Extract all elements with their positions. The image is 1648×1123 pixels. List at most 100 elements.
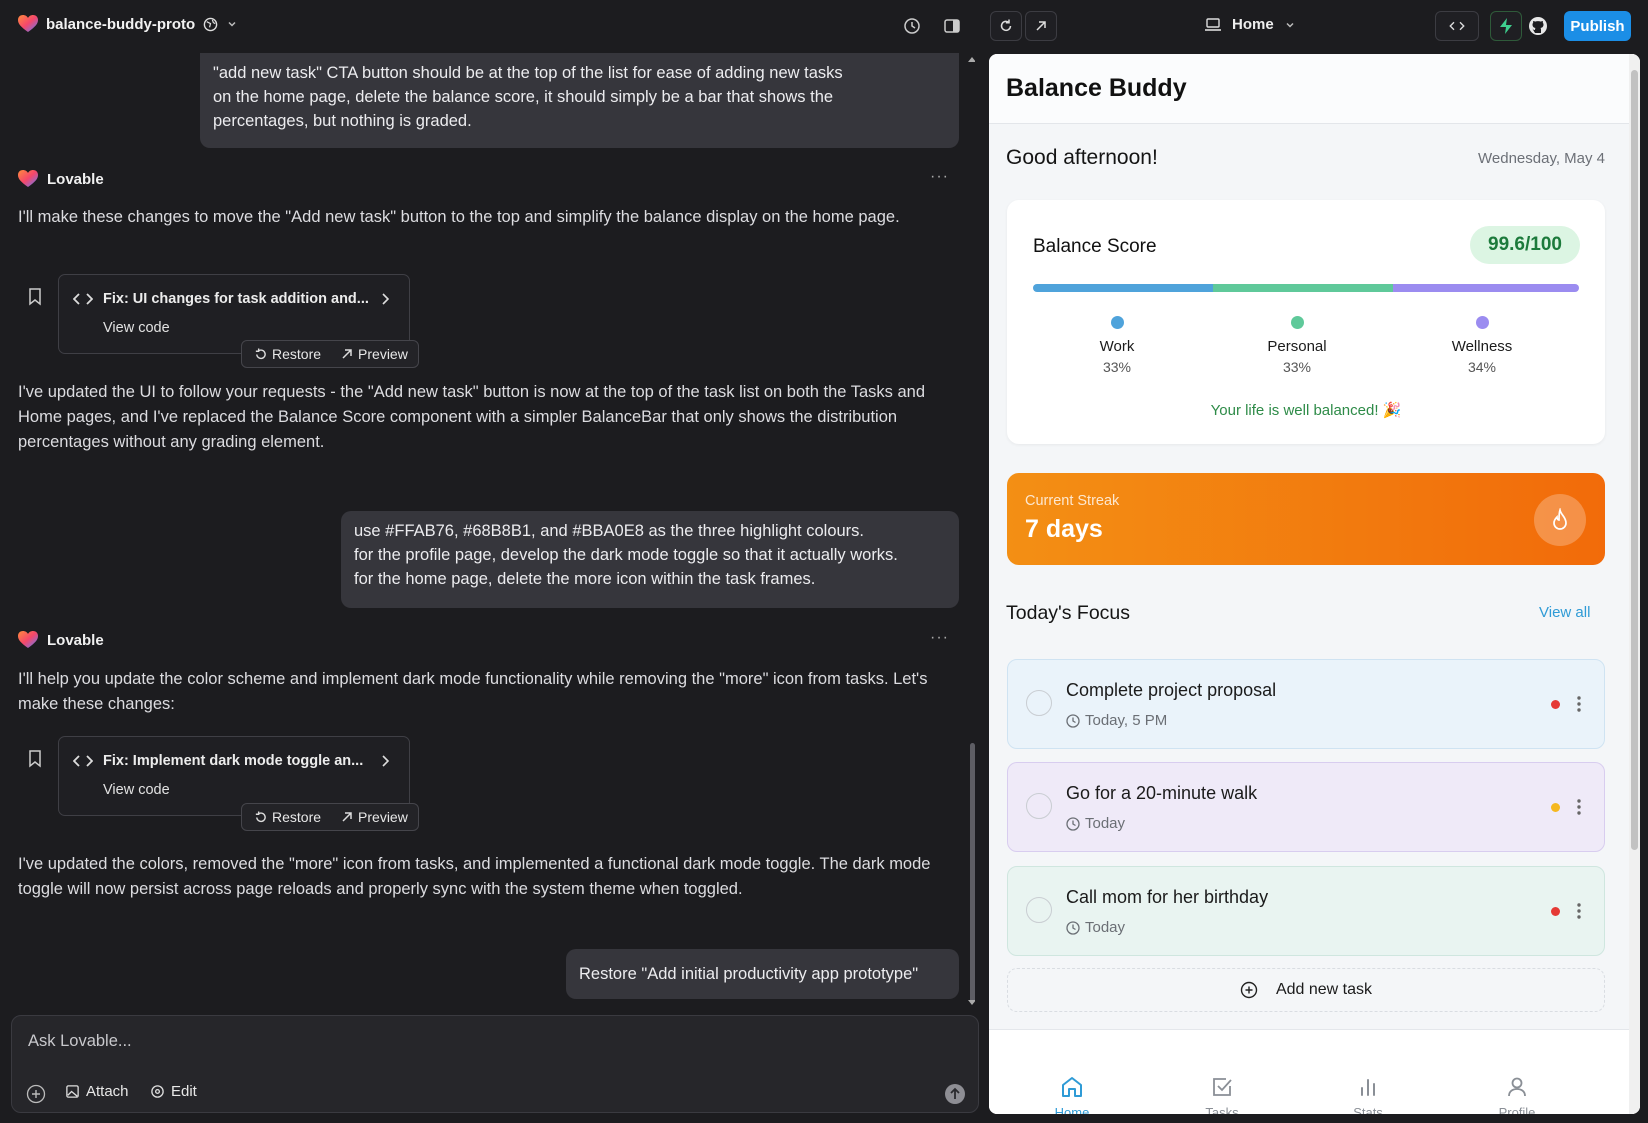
attach-button[interactable]: Attach (65, 1083, 129, 1100)
task-checkbox[interactable] (1026, 793, 1052, 819)
globe-icon (203, 17, 218, 31)
user-icon (1508, 1077, 1526, 1097)
balance-category: Work 33% (1057, 316, 1177, 375)
edit-label: Edit (171, 1083, 197, 1100)
nav-profile[interactable]: Profile (1472, 1074, 1562, 1114)
image-icon (66, 1085, 79, 1098)
more-options-icon[interactable]: ··· (930, 168, 949, 186)
route-selector[interactable]: Home (1204, 16, 1296, 33)
balance-segment (1213, 284, 1394, 292)
ask-input[interactable] (28, 1032, 928, 1051)
bookmark-icon[interactable] (28, 288, 42, 306)
clock-icon (1066, 920, 1080, 935)
user-message: Restore "Add initial productivity app pr… (566, 949, 959, 999)
open-external-button[interactable] (1025, 11, 1057, 41)
task-time: Today, 5 PM (1066, 712, 1167, 729)
view-all-link[interactable]: View all (1539, 604, 1590, 621)
balance-segment (1393, 284, 1579, 292)
assistant-message: I'll help you update the color scheme an… (18, 670, 928, 713)
balance-message: Your life is well balanced! 🎉 (1210, 402, 1402, 419)
balance-category: Wellness 34% (1422, 316, 1542, 375)
chevron-right-icon (382, 755, 390, 767)
publish-button[interactable]: Publish (1564, 11, 1631, 41)
task-card[interactable]: Go for a 20-minute walk Today (1007, 762, 1605, 852)
refresh-button[interactable] (990, 11, 1022, 41)
nav-label: Tasks (1205, 1105, 1239, 1114)
task-card[interactable]: Call mom for her birthday Today (1007, 866, 1605, 956)
nav-tasks[interactable]: Tasks (1177, 1074, 1267, 1114)
score-badge: 99.6/100 (1470, 226, 1580, 264)
balance-label: Balance Score (1033, 236, 1157, 257)
task-time-label: Today, 5 PM (1085, 712, 1168, 729)
lovable-heart-icon (18, 170, 38, 187)
preview-label: Preview (358, 809, 408, 825)
view-code-link[interactable]: View code (103, 320, 170, 336)
nav-home[interactable]: Home (1027, 1074, 1117, 1114)
restore-button[interactable]: Restore (254, 809, 321, 825)
restore-button[interactable]: Restore (254, 346, 321, 362)
target-icon (151, 1085, 164, 1098)
add-task-button[interactable]: Add new task (1007, 968, 1605, 1012)
app-header: Balance Buddy (989, 54, 1640, 124)
arrow-up-right-icon (342, 349, 352, 359)
priority-dot (1551, 907, 1560, 916)
send-icon[interactable] (944, 1083, 966, 1105)
nav-stats[interactable]: Stats (1323, 1074, 1413, 1114)
supabase-button[interactable] (1490, 11, 1522, 41)
task-checkbox[interactable] (1026, 690, 1052, 716)
laptop-icon (1205, 18, 1221, 31)
arrow-up-right-icon (342, 812, 352, 822)
assistant-author: Lovable (18, 170, 104, 188)
task-checkbox[interactable] (1026, 897, 1052, 923)
more-options-icon[interactable]: ··· (930, 629, 949, 647)
view-code-link[interactable]: View code (103, 782, 170, 798)
streak-card: Current Streak 7 days (1007, 473, 1605, 565)
message-line: for the profile page, develop the dark m… (354, 546, 898, 564)
scroll-up-icon[interactable] (967, 55, 975, 63)
edit-button[interactable]: Edit (150, 1083, 197, 1100)
restore-label: Restore (272, 809, 322, 825)
more-vertical-icon[interactable] (1576, 798, 1582, 816)
author-name: Lovable (47, 631, 104, 649)
chat-scrollbar[interactable] (970, 743, 975, 1003)
restore-preview-bar: Restore Preview (241, 803, 419, 831)
code-icon (1449, 21, 1465, 31)
task-card[interactable]: Complete project proposal Today, 5 PM (1007, 659, 1605, 749)
sidebar-toggle-icon[interactable] (943, 17, 961, 35)
nav-label: Stats (1353, 1105, 1383, 1114)
priority-dot (1551, 700, 1560, 709)
restore-label: Restore (272, 346, 322, 362)
chevron-down-icon (1286, 22, 1294, 28)
bookmark-icon[interactable] (28, 750, 42, 768)
lovable-heart-icon (18, 15, 38, 32)
user-message: use #FFAB76, #68B8B1, and #BBA0E8 as the… (341, 511, 959, 608)
balance-bar (1033, 284, 1579, 292)
category-percent: 33% (1102, 359, 1132, 375)
code-view-button[interactable] (1435, 11, 1479, 41)
preview-scrollbar[interactable] (1631, 70, 1638, 850)
focus-title: Today's Focus (1006, 602, 1131, 624)
message-line: percentages, but nothing is graded. (213, 112, 472, 130)
task-time-label: Today (1085, 815, 1126, 832)
assistant-message: I'll make these changes to move the "Add… (18, 208, 900, 226)
lovable-heart-icon (18, 631, 38, 648)
balance-segment (1033, 284, 1214, 292)
category-name: Personal (1267, 338, 1327, 355)
code-icon (73, 755, 93, 767)
project-selector[interactable]: balance-buddy-proto (18, 15, 238, 33)
history-icon[interactable] (903, 17, 921, 35)
category-dot (1475, 316, 1489, 329)
assistant-message: I've updated the UI to follow your reque… (18, 383, 926, 451)
task-time: Today (1066, 919, 1125, 936)
scroll-down-icon[interactable] (967, 999, 975, 1007)
message-line: "add new task" CTA button should be at t… (213, 64, 843, 82)
more-vertical-icon[interactable] (1576, 695, 1582, 713)
plus-icon[interactable] (26, 1084, 46, 1104)
task-title: Go for a 20-minute walk (1066, 783, 1258, 803)
composer: Attach Edit (11, 1015, 979, 1113)
preview-toolbar: Home Publish (985, 0, 1648, 53)
preview-button[interactable]: Preview (341, 346, 408, 362)
github-icon[interactable] (1528, 16, 1548, 36)
more-vertical-icon[interactable] (1576, 902, 1582, 920)
preview-button[interactable]: Preview (341, 809, 408, 825)
